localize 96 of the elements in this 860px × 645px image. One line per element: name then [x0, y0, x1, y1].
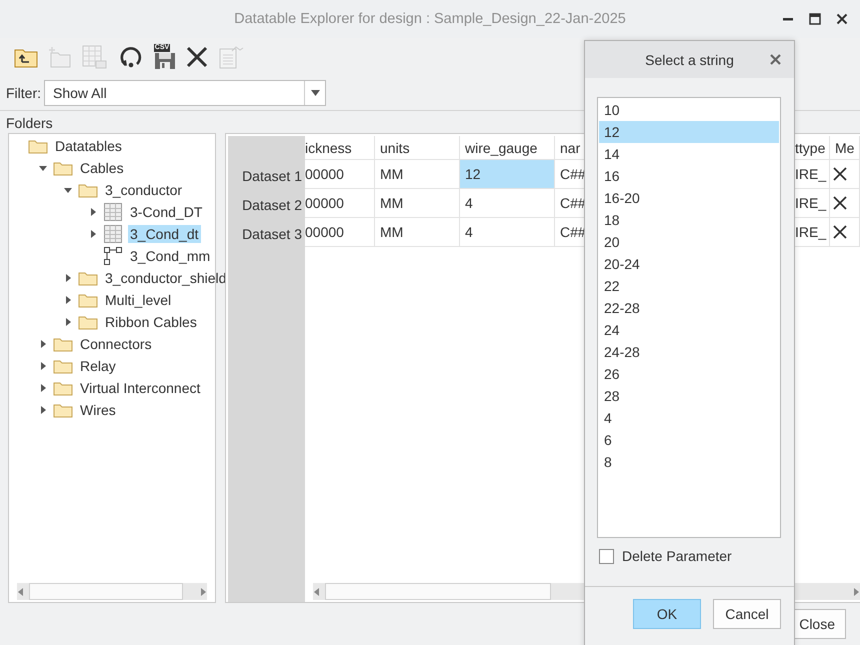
tree-item[interactable]: Virtual Interconnect	[78, 379, 202, 397]
row-header[interactable]: Dataset 2	[242, 196, 302, 212]
folder-icon	[28, 138, 48, 154]
list-item[interactable]: 20-24	[599, 253, 779, 275]
scroll-right-icon[interactable]	[852, 586, 860, 596]
refresh-icon	[118, 45, 144, 69]
new-folder-icon	[48, 46, 72, 68]
folder-icon	[53, 402, 73, 418]
folder-icon	[78, 292, 98, 308]
list-item[interactable]: 10	[599, 99, 779, 121]
folder-icon	[53, 380, 73, 396]
filter-dropdown[interactable]: Show All	[44, 80, 326, 106]
list-item[interactable]: 8	[599, 451, 779, 473]
collapse-arrow-icon[interactable]	[63, 185, 73, 195]
expand-arrow-icon[interactable]	[38, 361, 48, 371]
expand-arrow-icon[interactable]	[88, 229, 98, 239]
row-header[interactable]: Dataset 1	[242, 168, 302, 184]
table-cell[interactable]: 12	[460, 160, 555, 189]
list-item[interactable]: 6	[599, 429, 779, 451]
horizontal-scrollbar[interactable]	[17, 583, 207, 600]
list-item[interactable]: 18	[599, 209, 779, 231]
list-item[interactable]: 28	[599, 385, 779, 407]
row-header[interactable]: Dataset 3	[242, 226, 302, 242]
tree-item[interactable]: 3-Cond_DT	[128, 203, 204, 221]
tree-item[interactable]: Datatables	[53, 137, 124, 155]
tree-item[interactable]: 3_Cond_dt	[128, 225, 201, 243]
report-icon	[218, 45, 244, 69]
table-cell[interactable]: 00000	[305, 160, 375, 189]
table-cell[interactable]: 00000	[305, 218, 375, 247]
column-header[interactable]: wire_gauge	[465, 140, 538, 156]
table-cell[interactable]: 4	[460, 218, 555, 247]
tree-item[interactable]: Multi_level	[103, 291, 174, 309]
folder-icon	[78, 270, 98, 286]
list-item[interactable]: 16	[599, 165, 779, 187]
list-item[interactable]: 20	[599, 231, 779, 253]
folder-icon	[78, 314, 98, 330]
folders-label: Folders	[6, 115, 53, 131]
tree-item[interactable]: 3_conductor	[103, 181, 184, 199]
list-item[interactable]: 24-28	[599, 341, 779, 363]
column-header[interactable]: units	[380, 140, 410, 156]
column-header[interactable]: ickness	[305, 140, 352, 156]
folder-icon	[53, 160, 73, 176]
close-icon[interactable]	[836, 13, 848, 25]
list-item[interactable]: 22-28	[599, 297, 779, 319]
expand-arrow-icon[interactable]	[88, 207, 98, 217]
expand-arrow-icon[interactable]	[63, 295, 73, 305]
column-header[interactable]: nar	[560, 140, 580, 156]
scroll-left-icon[interactable]	[313, 586, 321, 596]
table-icon	[82, 45, 108, 69]
ok-button[interactable]: OK	[633, 599, 701, 629]
expand-arrow-icon[interactable]	[38, 339, 48, 349]
delete-icon	[186, 46, 208, 68]
expand-arrow-icon[interactable]	[38, 383, 48, 393]
list-item[interactable]: 4	[599, 407, 779, 429]
dropdown-arrow-icon	[310, 90, 320, 96]
list-item[interactable]: 14	[599, 143, 779, 165]
scroll-right-icon[interactable]	[199, 586, 207, 596]
checkbox[interactable]	[599, 548, 614, 564]
list-item[interactable]: 24	[599, 319, 779, 341]
scroll-left-icon[interactable]	[17, 586, 25, 596]
expand-arrow-icon[interactable]	[63, 317, 73, 327]
delete-icon[interactable]	[833, 225, 847, 239]
table-icon	[103, 202, 123, 222]
table-cell[interactable]: MM	[375, 189, 460, 218]
maximize-icon[interactable]	[809, 13, 821, 25]
table-cell[interactable]: 4	[460, 189, 555, 218]
folder-icon	[78, 182, 98, 198]
list-item[interactable]: 16-20	[599, 187, 779, 209]
dialog-title: Select a string	[645, 52, 734, 68]
tree-item[interactable]: Relay	[78, 357, 118, 375]
list-item[interactable]: 12	[599, 121, 779, 143]
table-icon	[103, 224, 123, 244]
checkbox-label: Delete Parameter	[622, 548, 732, 564]
expand-arrow-icon[interactable]	[38, 405, 48, 415]
tree-item[interactable]: Cables	[78, 159, 126, 177]
tree-item[interactable]: Wires	[78, 401, 118, 419]
folder-icon	[53, 358, 73, 374]
expand-arrow-icon[interactable]	[63, 273, 73, 283]
filter-label: Filter:	[6, 85, 41, 101]
diagram-icon	[103, 246, 123, 266]
tree-item[interactable]: Ribbon Cables	[103, 313, 199, 331]
delete-icon[interactable]	[833, 196, 847, 210]
folder-icon	[53, 336, 73, 352]
collapse-arrow-icon[interactable]	[38, 163, 48, 173]
column-header[interactable]: ttype	[795, 140, 826, 156]
tree-item[interactable]: Connectors	[78, 335, 154, 353]
column-header[interactable]: Me	[835, 140, 854, 156]
tree-item[interactable]: 3_conductor_shield	[103, 269, 228, 287]
list-item[interactable]: 22	[599, 275, 779, 297]
list-item[interactable]: 26	[599, 363, 779, 385]
table-cell[interactable]: 00000	[305, 189, 375, 218]
tree-item[interactable]: 3_Cond_mm	[128, 247, 212, 265]
window-title: Datatable Explorer for design : Sample_Design_22-Jan-2025	[234, 11, 626, 27]
delete-icon[interactable]	[833, 167, 847, 181]
cancel-button[interactable]: Cancel	[713, 599, 781, 629]
table-cell[interactable]: MM	[375, 218, 460, 247]
